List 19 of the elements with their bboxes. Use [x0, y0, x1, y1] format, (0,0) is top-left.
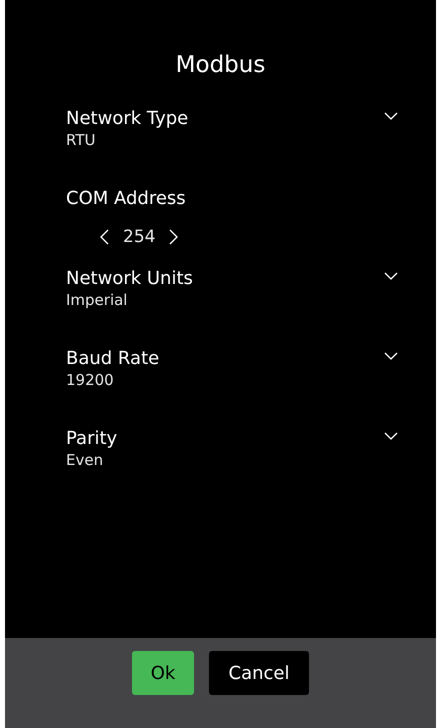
setting-value: Even	[66, 450, 104, 470]
setting-label: COM Address	[66, 188, 187, 210]
setting-value: Imperial	[66, 290, 128, 310]
stepper-value: 254	[123, 226, 156, 248]
chevron-down-icon[interactable]	[384, 352, 398, 360]
setting-label: Parity	[66, 428, 118, 450]
setting-value: RTU	[66, 130, 96, 150]
setting-label: Network Units	[66, 268, 193, 290]
dialog-title: Modbus	[176, 51, 266, 80]
setting-label: Network Type	[66, 108, 188, 130]
chevron-left-icon[interactable]	[100, 229, 109, 245]
chevron-right-icon[interactable]	[169, 229, 178, 245]
chevron-down-icon[interactable]	[384, 272, 398, 280]
cancel-button[interactable]: Cancel	[209, 651, 309, 695]
setting-value: 19200	[66, 370, 115, 390]
setting-label: Baud Rate	[66, 348, 160, 370]
chevron-down-icon[interactable]	[384, 432, 398, 440]
chevron-down-icon[interactable]	[384, 112, 398, 120]
ok-button[interactable]: Ok	[132, 651, 194, 695]
